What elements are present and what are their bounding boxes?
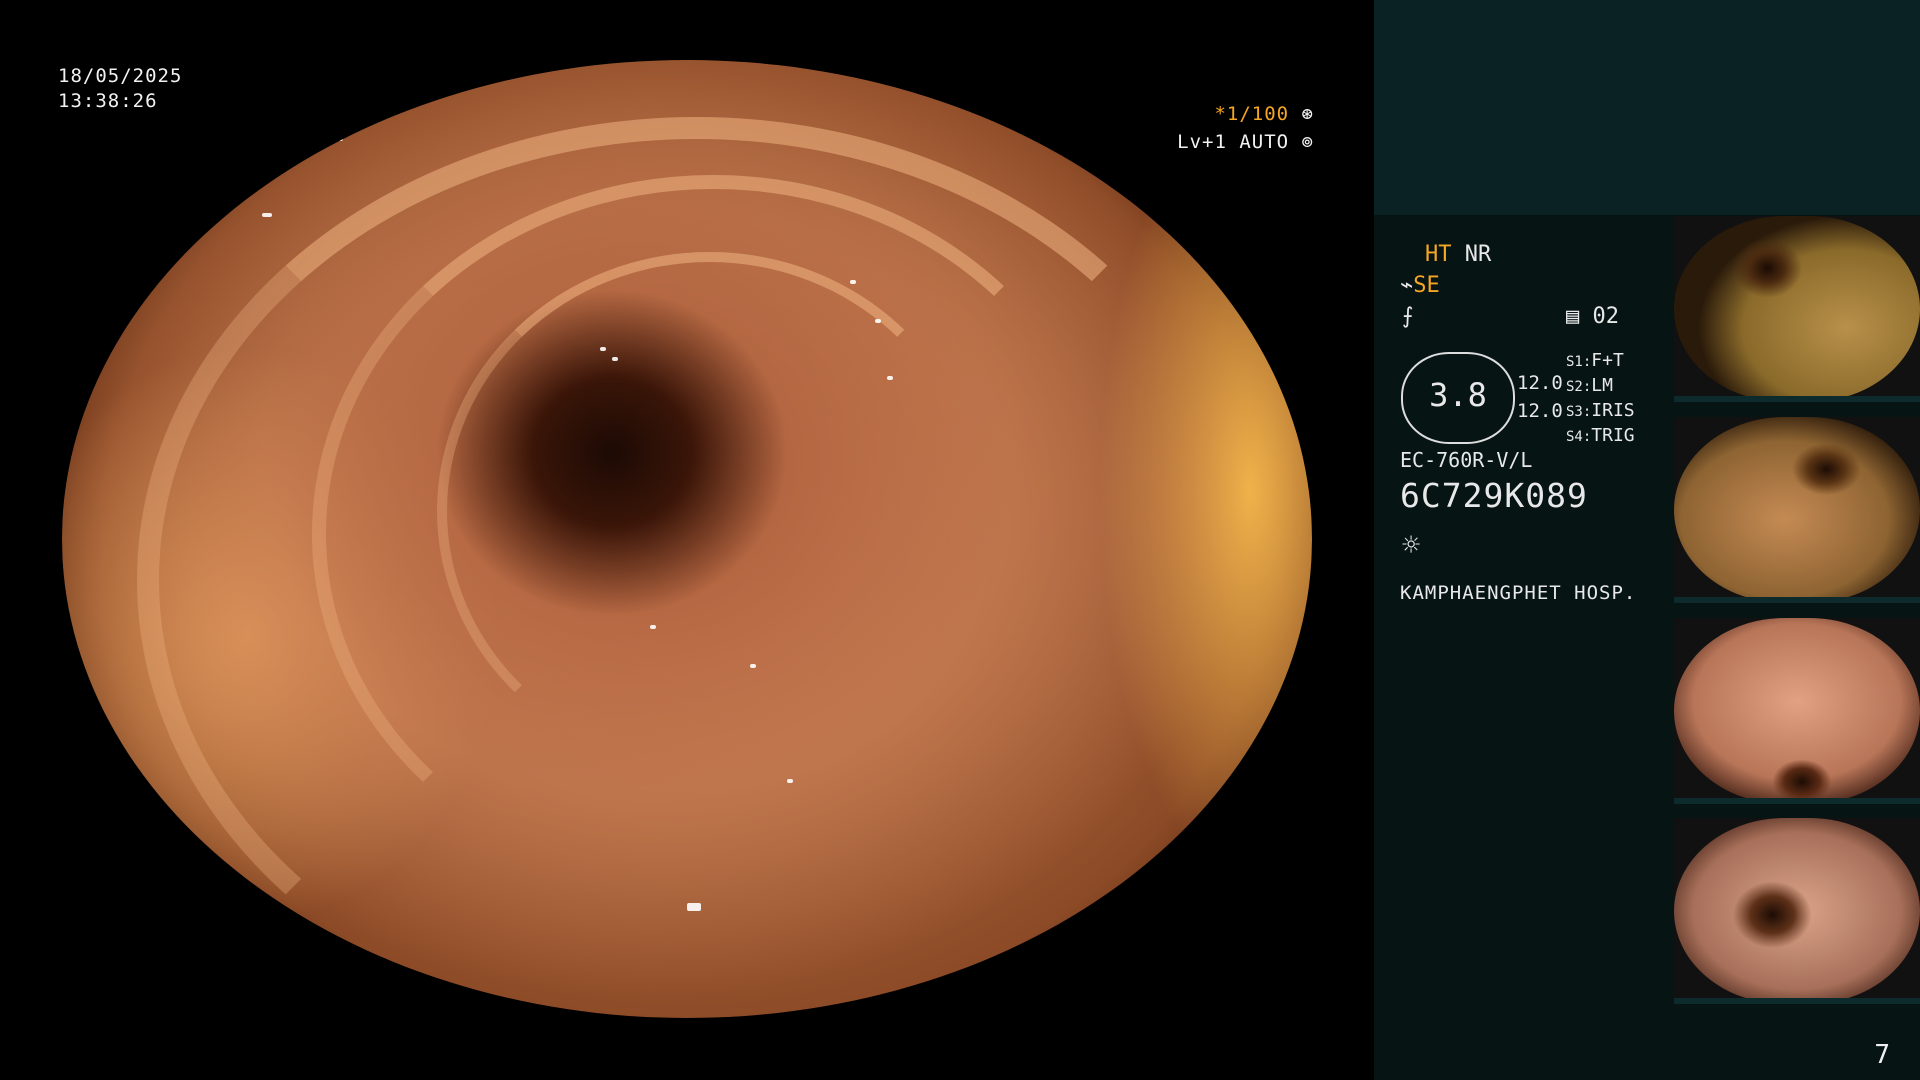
memory-icon: ▤ (1566, 304, 1580, 329)
specular-highlight (599, 347, 606, 352)
thumbnail-image (1674, 618, 1920, 804)
time: 13:38:26 (58, 90, 158, 112)
thumbnail-bar (1674, 998, 1920, 1004)
iris-icon: ⊚ (1301, 131, 1314, 153)
light-icon: ☼ (1402, 528, 1421, 563)
datetime: 18/05/2025 13:38:26 (58, 64, 182, 114)
mode-indicators: HT NR (1425, 242, 1491, 267)
brightness-level: Lv+1 AUTO (1177, 131, 1290, 153)
memory-index: 02 (1592, 304, 1620, 329)
mode-se-row: ⌁SE (1400, 273, 1440, 298)
specular-highlight (337, 136, 343, 141)
specular-highlight (649, 625, 656, 630)
hospital-name: KAMPHAENGPHET HOSP. (1400, 582, 1637, 604)
specular-highlight (612, 356, 618, 361)
specular-highlight (887, 376, 893, 381)
thumbnail-image (1674, 417, 1920, 603)
value-1: 12.0 (1517, 372, 1563, 394)
thumbnail-bar (1674, 396, 1920, 402)
value-2: 12.0 (1517, 400, 1563, 422)
gauge-value: 3.8 (1429, 376, 1487, 414)
mode-ht: HT (1425, 242, 1452, 267)
date: 18/05/2025 (58, 65, 183, 87)
specular-highlight (687, 903, 701, 912)
page-number: 7 (1874, 1040, 1890, 1070)
thumbnail-bar (1674, 597, 1920, 603)
shutter-icon: ⊛ (1301, 103, 1314, 125)
specular-highlight (749, 663, 756, 668)
endoscope-view (62, 60, 1312, 1018)
exposure-info: *1/100 ⊛ Lv+1 AUTO ⊚ (1177, 100, 1314, 156)
capture-thumbnail[interactable] (1674, 618, 1920, 804)
mode-se: SE (1413, 273, 1440, 298)
capture-thumbnail[interactable] (1674, 417, 1920, 603)
thumbnail-image (1674, 818, 1920, 1004)
setting-s2: S2:LM (1566, 375, 1613, 396)
scope-model: EC-760R-V/L (1400, 448, 1533, 472)
capture-thumbnail[interactable] (1674, 818, 1920, 1004)
setting-s3: S3:IRIS (1566, 400, 1635, 421)
thumbnail-bar (1674, 798, 1920, 804)
mucosal-fold (437, 251, 982, 770)
capture-thumbnail[interactable] (1674, 216, 1920, 402)
setting-s4: S4:TRIG (1566, 425, 1635, 446)
specular-highlight (849, 280, 856, 285)
mode-nr: NR (1464, 242, 1492, 267)
specular-highlight (874, 318, 881, 323)
shutter-speed: *1/100 (1214, 103, 1290, 125)
specular-highlight (262, 213, 272, 218)
thumbnail-image (1674, 216, 1920, 402)
specular-highlight (787, 778, 793, 783)
enhancement-gauge: 3.8 (1401, 352, 1515, 444)
memory-row: ▤ 02 (1566, 304, 1619, 329)
panel-header (1374, 0, 1920, 215)
setting-s1: S1:F+T (1566, 350, 1624, 371)
scope-serial: 6C729K089 (1400, 476, 1588, 515)
air-icon: ⨍ (1402, 304, 1414, 329)
pump-icon: ⌁ (1400, 273, 1414, 298)
